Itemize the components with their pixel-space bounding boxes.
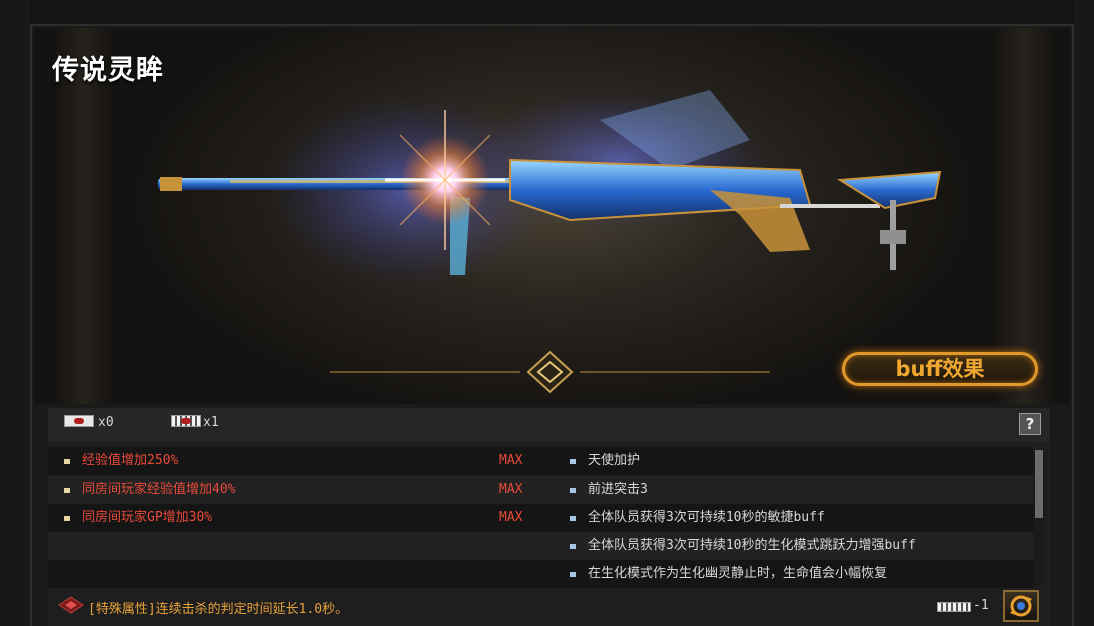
- buff-text: 全体队员获得3次可持续10秒的敏捷buff: [588, 510, 825, 525]
- list-item: 全体队员获得3次可持续10秒的生化模式跳跃力增强buff: [548, 532, 1033, 560]
- buff-text: 全体队员获得3次可持续10秒的生化模式跳跃力增强buff: [588, 538, 916, 553]
- bullet-icon: [570, 572, 576, 577]
- card-b-count: x1: [203, 415, 219, 430]
- right-background-strip: [1074, 0, 1094, 626]
- attribute-text: 同房间玩家经验值增加40%: [82, 482, 236, 497]
- left-background-strip: [0, 0, 30, 626]
- bullet-icon: [570, 516, 576, 521]
- background-pillar: [994, 28, 1054, 404]
- card-b-icon: [937, 602, 971, 612]
- attribute-text: 经验值增加250%: [82, 453, 179, 468]
- list-item: 全体队员获得3次可持续10秒的敏捷buff: [548, 504, 1033, 532]
- bullet-icon: [64, 488, 70, 493]
- attribute-text: 同房间玩家GP增加30%: [82, 510, 213, 525]
- refresh-button[interactable]: [1003, 590, 1039, 622]
- buff-effect-button[interactable]: buff效果: [842, 352, 1038, 386]
- list-item: 前进突击3: [548, 476, 1033, 504]
- list-item-empty: [48, 532, 548, 560]
- special-property-text: [特殊属性]连续击杀的判定时间延长1.0秒。: [88, 602, 349, 617]
- buff-text: 前进突击3: [588, 482, 648, 497]
- attribute-level: MAX: [499, 453, 523, 468]
- list-item: 经验值增加250% MAX: [48, 447, 548, 475]
- list-item: 同房间玩家经验值增加40% MAX: [48, 476, 548, 504]
- bullet-icon: [64, 459, 70, 464]
- list-item: 天使加护: [548, 447, 1033, 475]
- buff-text: 天使加护: [588, 453, 641, 468]
- card-b-icon: [171, 415, 201, 427]
- card-a-icon: [64, 415, 94, 427]
- list-item: 在生化模式作为生化幽灵静止时，生命值会小幅恢复: [548, 560, 1033, 588]
- bottom-card-count: -1: [973, 598, 989, 613]
- bullet-icon: [570, 488, 576, 493]
- divider-emblem: [330, 350, 770, 394]
- card-a-count: x0: [98, 415, 114, 430]
- buff-text: 在生化模式作为生化幽灵静止时，生命值会小幅恢复: [588, 566, 888, 581]
- refresh-icon: [1010, 595, 1032, 617]
- sniper-rifle-image: [158, 90, 942, 280]
- bullet-icon: [64, 516, 70, 521]
- bullet-icon: [570, 544, 576, 549]
- bullet-icon: [570, 459, 576, 464]
- attribute-level: MAX: [499, 482, 523, 497]
- attribute-level: MAX: [499, 510, 523, 525]
- list-item-empty: [48, 560, 548, 588]
- list-item: 同房间玩家GP增加30% MAX: [48, 504, 548, 532]
- special-property-icon: [58, 596, 84, 614]
- weapon-title: 传说灵眸: [52, 55, 164, 86]
- help-button[interactable]: ?: [1019, 413, 1041, 435]
- scrollbar-thumb[interactable]: [1035, 450, 1043, 518]
